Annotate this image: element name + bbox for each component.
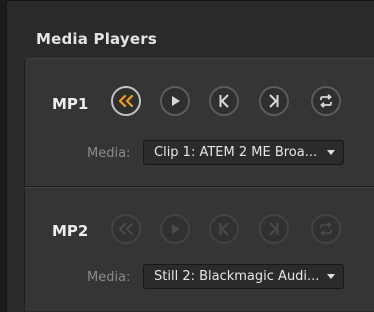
media-players-window: Media Players MP1 Media: Clip 1: ATEM 2 … <box>0 0 374 312</box>
chevron-down-icon <box>327 150 335 155</box>
mp1-play-button[interactable] <box>160 86 190 116</box>
mp2-previous-frame-button[interactable] <box>209 214 239 244</box>
previous-frame-icon <box>219 222 229 236</box>
mp1-label: MP1 <box>52 95 89 113</box>
mp1-media-value: Clip 1: ATEM 2 ME Broa... <box>154 145 318 160</box>
panel-title: Media Players <box>36 30 157 48</box>
mp2-media-select[interactable]: Still 2: Blackmagic Audi... <box>143 264 344 289</box>
chevron-down-icon <box>327 274 335 279</box>
mp1-media-label: Media: <box>87 146 131 161</box>
mp2-rewind-button[interactable] <box>111 214 141 244</box>
loop-icon <box>320 94 332 108</box>
mp2-play-button[interactable] <box>160 214 190 244</box>
play-icon <box>172 224 180 234</box>
mp2-loop-button[interactable] <box>311 214 341 244</box>
media-player-1-section <box>24 58 374 186</box>
mp1-next-frame-button[interactable] <box>259 86 289 116</box>
media-player-2-section <box>24 187 374 311</box>
rewind-icon <box>118 223 134 235</box>
loop-icon <box>320 222 332 236</box>
next-frame-icon <box>269 222 279 236</box>
mp1-media-select[interactable]: Clip 1: ATEM 2 ME Broa... <box>143 140 344 165</box>
mp2-media-label: Media: <box>87 270 131 285</box>
mp1-rewind-button[interactable] <box>111 86 141 116</box>
next-frame-icon <box>269 94 279 108</box>
mp1-loop-button[interactable] <box>311 86 341 116</box>
previous-frame-icon <box>219 94 229 108</box>
mp2-next-frame-button[interactable] <box>259 214 289 244</box>
mp2-label: MP2 <box>52 222 89 240</box>
mp1-previous-frame-button[interactable] <box>209 86 239 116</box>
play-icon <box>172 96 180 106</box>
mp2-media-value: Still 2: Blackmagic Audi... <box>154 269 320 284</box>
rewind-icon <box>118 95 134 107</box>
